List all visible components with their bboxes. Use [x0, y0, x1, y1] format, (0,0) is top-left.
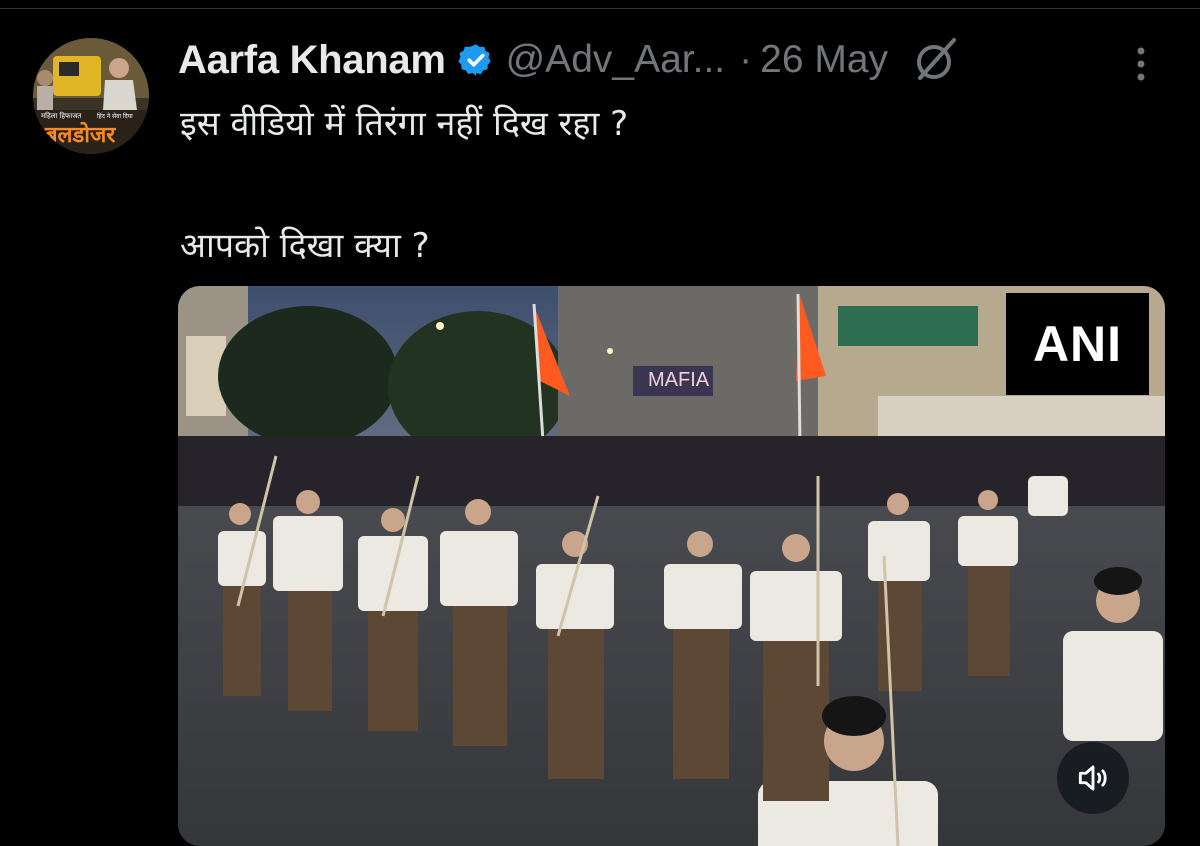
top-divider — [0, 8, 1200, 9]
verified-badge-icon — [457, 44, 491, 76]
tweet-header: Aarfa Khanam @Adv_Aar... · 26 May — [178, 36, 962, 84]
avatar-image: महिला हिफाजत हिंद ने सेवा दिया बलडोजर — [33, 38, 149, 154]
author-avatar[interactable]: महिला हिफाजत हिंद ने सेवा दिया बलडोजर — [33, 38, 149, 154]
more-options-icon[interactable] — [1126, 42, 1156, 86]
tweet-text: इस वीडियो में तिरंगा नहीं दिख रहा ? आपको… — [180, 94, 1140, 276]
author-handle[interactable]: @Adv_Aar... — [506, 38, 726, 82]
avatar-subtext-right: हिंद ने सेवा दिया — [97, 112, 133, 120]
tweet-text-line-1: इस वीडियो में तिरंगा नहीं दिख रहा ? — [180, 104, 629, 144]
author-name[interactable]: Aarfa Khanam — [178, 38, 446, 83]
tweet-date[interactable]: 26 May — [760, 38, 888, 82]
avatar-caption: बलडोजर — [44, 121, 116, 148]
grok-icon[interactable] — [910, 34, 962, 86]
avatar-subtext-left: महिला हिफाजत — [41, 111, 82, 120]
tweet-text-line-2: आपको दिखा क्या ? — [180, 226, 430, 266]
mute-button[interactable] — [1057, 742, 1129, 814]
storefront-sign: MAFIA — [648, 369, 710, 391]
speaker-muted-icon — [1078, 765, 1107, 791]
header-separator: · — [739, 38, 753, 81]
ani-watermark: ANI — [1006, 293, 1149, 395]
tweet-video[interactable]: MAFIA ANI — [178, 286, 1165, 846]
